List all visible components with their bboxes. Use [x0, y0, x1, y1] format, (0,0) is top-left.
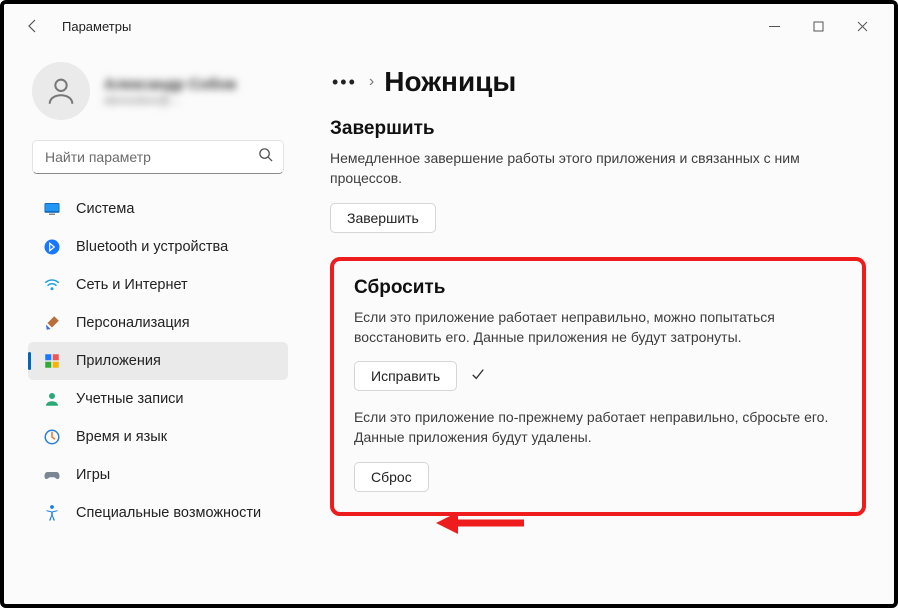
sidebar-item-personalization[interactable]: Персонализация	[28, 304, 288, 342]
terminate-section: Завершить Немедленное завершение работы …	[330, 118, 866, 233]
brush-icon	[42, 313, 62, 333]
annotation-highlight-frame: Сбросить Если это приложение работает не…	[330, 257, 866, 516]
minimize-button[interactable]	[752, 11, 796, 41]
clock-globe-icon	[42, 427, 62, 447]
sidebar-item-time-language[interactable]: Время и язык	[28, 418, 288, 456]
breadcrumb: ••• › Ножницы	[330, 66, 866, 98]
person-icon	[44, 74, 78, 108]
sidebar-item-label: Bluetooth и устройства	[76, 239, 228, 255]
window-controls	[752, 11, 884, 41]
sidebar-item-network[interactable]: Сеть и Интернет	[28, 266, 288, 304]
wifi-icon	[42, 275, 62, 295]
accessibility-icon	[42, 503, 62, 523]
sidebar-item-gaming[interactable]: Игры	[28, 456, 288, 494]
profile-text: Александр Собов alexsobov@...	[104, 76, 236, 107]
sidebar-item-system[interactable]: Система	[28, 190, 288, 228]
page-title: Ножницы	[384, 66, 516, 98]
accounts-icon	[42, 389, 62, 409]
sidebar-item-label: Игры	[76, 467, 110, 483]
sidebar-item-label: Персонализация	[76, 315, 190, 331]
reset-title: Сбросить	[354, 277, 842, 299]
sidebar-item-label: Время и язык	[76, 429, 167, 445]
maximize-icon	[813, 21, 824, 32]
search-input[interactable]	[45, 149, 258, 165]
search-box[interactable]	[32, 140, 284, 174]
nav-list: Система Bluetooth и устройства Сеть и Ин…	[28, 190, 288, 532]
monitor-icon	[42, 199, 62, 219]
repair-button[interactable]: Исправить	[354, 361, 457, 391]
back-button[interactable]	[22, 15, 44, 37]
chevron-right-icon: ›	[369, 73, 374, 91]
check-icon	[471, 367, 485, 385]
titlebar: Параметры	[4, 4, 894, 48]
content-pane: ••• › Ножницы Завершить Немедленное заве…	[302, 48, 894, 604]
maximize-button[interactable]	[796, 11, 840, 41]
breadcrumb-more-button[interactable]: •••	[330, 68, 359, 97]
minimize-icon	[769, 21, 780, 32]
terminate-button[interactable]: Завершить	[330, 203, 436, 233]
profile-email: alexsobov@...	[104, 93, 236, 107]
sidebar-item-label: Учетные записи	[76, 391, 184, 407]
sidebar-item-accounts[interactable]: Учетные записи	[28, 380, 288, 418]
arrow-left-icon	[25, 18, 41, 34]
sidebar-item-label: Специальные возможности	[76, 505, 261, 521]
sidebar: Александр Собов alexsobov@... Система	[4, 48, 302, 604]
reset-desc: Если это приложение по-прежнему работает…	[354, 407, 842, 448]
sidebar-item-accessibility[interactable]: Специальные возможности	[28, 494, 288, 532]
window-title: Параметры	[62, 19, 131, 34]
close-button[interactable]	[840, 11, 884, 41]
apps-icon	[42, 351, 62, 371]
reset-button[interactable]: Сброс	[354, 462, 429, 492]
repair-row: Исправить	[354, 361, 842, 391]
sidebar-item-label: Приложения	[76, 353, 161, 369]
gamepad-icon	[42, 465, 62, 485]
repair-desc: Если это приложение работает неправильно…	[354, 307, 842, 348]
close-icon	[857, 21, 868, 32]
terminate-desc: Немедленное завершение работы этого прил…	[330, 148, 866, 189]
search-icon	[258, 147, 273, 167]
sidebar-item-label: Сеть и Интернет	[76, 277, 188, 293]
profile-name: Александр Собов	[104, 76, 236, 93]
sidebar-item-apps[interactable]: Приложения	[28, 342, 288, 380]
sidebar-item-bluetooth[interactable]: Bluetooth и устройства	[28, 228, 288, 266]
sidebar-item-label: Система	[76, 201, 134, 217]
bluetooth-icon	[42, 237, 62, 257]
profile-block[interactable]: Александр Собов alexsobov@...	[32, 62, 288, 120]
terminate-title: Завершить	[330, 118, 866, 140]
avatar	[32, 62, 90, 120]
settings-window: Параметры Александр Собов alexsobov@...	[0, 0, 898, 608]
